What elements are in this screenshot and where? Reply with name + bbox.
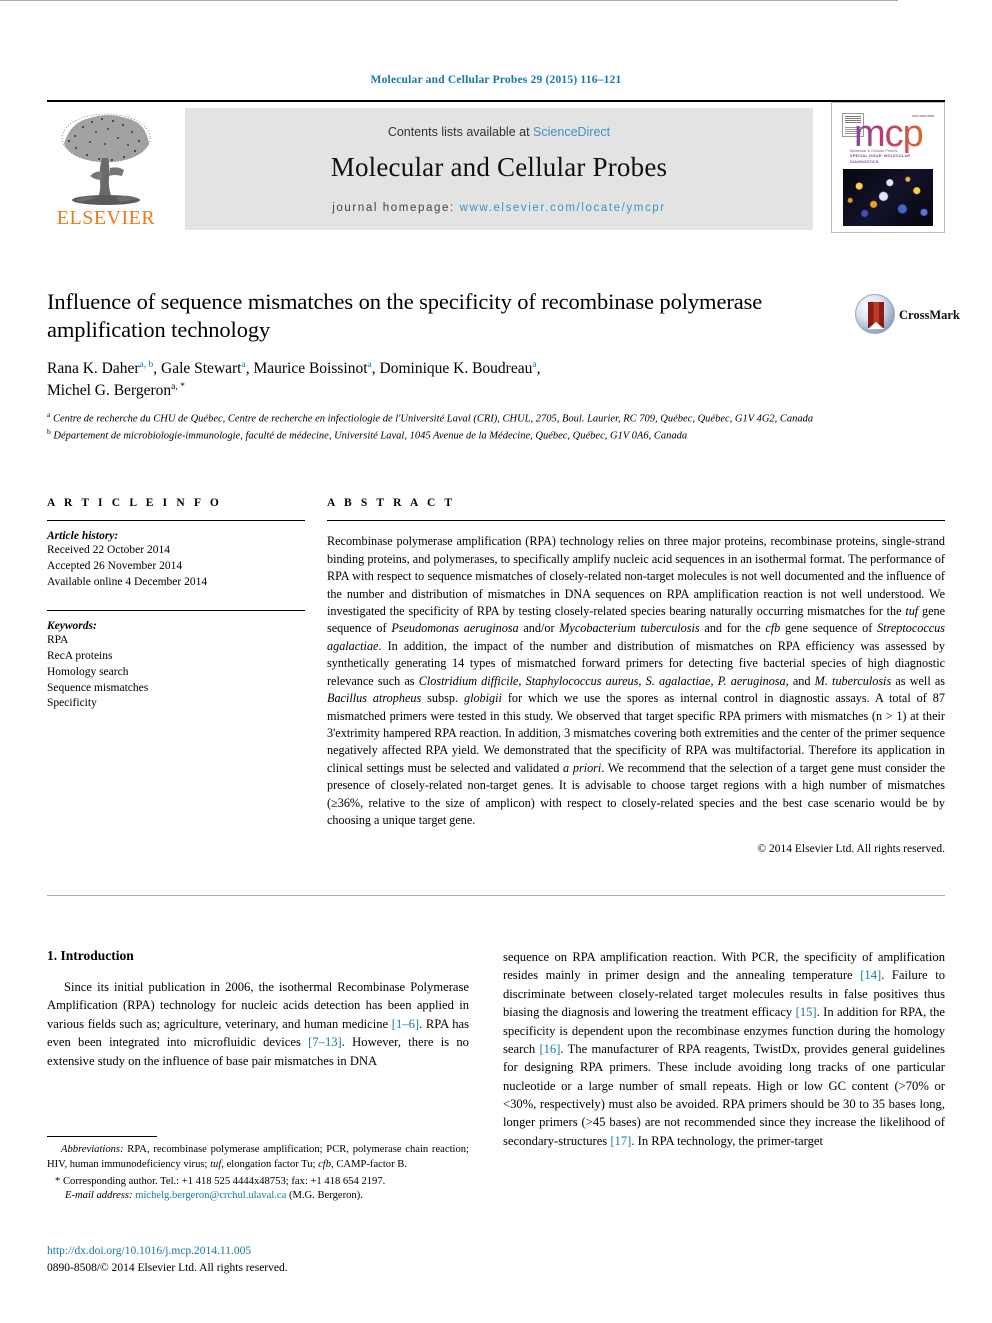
abstract-copyright: © 2014 Elsevier Ltd. All rights reserved…	[757, 842, 945, 855]
article-info-divider	[47, 520, 305, 521]
email-suffix: (M.G. Bergeron).	[288, 1190, 363, 1202]
author-list: Rana K. Dahera, b, Gale Stewarta, Mauric…	[47, 358, 847, 402]
author-5-affil-marker: a, *	[171, 381, 185, 392]
paper-page: Molecular and Cellular Probes 29 (2015) …	[0, 0, 992, 1323]
article-history-label: Article history:	[47, 530, 119, 542]
affiliation-b-text: Département de microbiologie-immunologie…	[53, 430, 688, 442]
author-2[interactable]: , Gale Stewart	[153, 360, 241, 377]
citation-ref[interactable]: [17]	[610, 1134, 631, 1148]
doi-link[interactable]: http://dx.doi.org/10.1016/j.mcp.2014.11.…	[47, 1243, 497, 1260]
intro-paragraph-continued: sequence on RPA amplification reaction. …	[503, 950, 946, 1148]
abstract-divider	[327, 520, 945, 521]
cover-subtitle-line1: Molecular & Cellular Probes	[850, 149, 898, 153]
author-5[interactable]: Michel G. Bergeron	[47, 382, 171, 399]
abstract-bottom-rule	[47, 895, 945, 896]
journal-cover-thumbnail: ISSN 0890-8508 mcp Molecular & Cellular …	[831, 102, 945, 233]
homepage-prefix: journal homepage:	[332, 202, 455, 214]
affiliation-a-text: Centre de recherche du CHU de Québec, Ce…	[52, 413, 814, 425]
abstract-column: A B S T R A C T Recombinase polymerase a…	[327, 497, 945, 855]
email-address-label: E-mail address:	[65, 1190, 133, 1202]
keywords-divider	[47, 610, 305, 612]
cover-inner: ISSN 0890-8508 mcp Molecular & Cellular …	[836, 107, 940, 228]
citation-ref[interactable]: [7–13]	[308, 1035, 342, 1049]
contents-prefix: Contents lists available at	[387, 125, 530, 139]
article-info-heading: A R T I C L E I N F O	[47, 497, 222, 509]
crossmark-circle-icon	[855, 294, 895, 334]
cover-subtitle-line2: SPECIAL ISSUE: MOLECULAR DIAGNOSTICS	[850, 154, 911, 164]
footnote-email: E-mail address: michelg.bergeron@crchul.…	[47, 1189, 469, 1204]
article-available-online: Available online 4 December 2014	[47, 575, 208, 588]
info-section-top-rule	[0, 0, 898, 1]
author-line-sep: ,	[536, 359, 541, 377]
issn-copyright-line: 0890-8508/© 2014 Elsevier Ltd. All right…	[47, 1262, 288, 1275]
keyword-item: Homology search	[47, 665, 129, 678]
section-heading-introduction: 1. Introduction	[47, 948, 134, 963]
banner-top-rule	[47, 100, 945, 102]
author-3[interactable]: , Maurice Boissinot	[246, 360, 368, 377]
affiliation-b: b Département de microbiologie-immunolog…	[47, 427, 877, 444]
abstract-heading: A B S T R A C T	[327, 497, 456, 509]
contents-lists-line: Contents lists available at ScienceDirec…	[185, 125, 813, 139]
footnote-separator-rule	[47, 1136, 157, 1137]
footnotes-block: Abbreviations: RPA, recombinase polymera…	[47, 1143, 469, 1204]
footnote-corresponding-author: * Corresponding author. Tel.: +1 418 525…	[47, 1175, 469, 1190]
homepage-url-link[interactable]: www.elsevier.com/locate/ymcpr	[460, 202, 666, 214]
body-column-left: 1. Introduction Since its initial public…	[47, 948, 469, 1070]
running-head: Molecular and Cellular Probes 29 (2015) …	[370, 74, 622, 86]
footnote-abbreviations: Abbreviations: RPA, recombinase polymera…	[47, 1144, 469, 1170]
email-link[interactable]: michelg.bergeron@crchul.ulaval.ca	[135, 1190, 286, 1201]
citation-ref[interactable]: [14]	[860, 968, 881, 982]
elsevier-logo: ELSEVIER	[50, 110, 162, 230]
corresponding-author-marker: *	[55, 1175, 61, 1187]
affiliations: a Centre de recherche du CHU de Québec, …	[47, 410, 877, 443]
article-accepted: Accepted 26 November 2014	[47, 559, 183, 572]
affiliation-a-marker: a	[47, 410, 51, 419]
citation-ref[interactable]: [16]	[539, 1042, 560, 1056]
bottom-block: http://dx.doi.org/10.1016/j.mcp.2014.11.…	[47, 1243, 497, 1278]
journal-title: Molecular and Cellular Probes	[330, 152, 668, 182]
keywords-label: Keywords:	[47, 620, 97, 633]
cover-artwork-dna-image	[843, 169, 933, 226]
sciencedirect-link[interactable]: ScienceDirect	[533, 125, 610, 139]
affiliation-b-marker: b	[47, 426, 51, 436]
title-block: Influence of sequence mismatches on the …	[47, 288, 847, 402]
elsevier-tree-icon	[61, 113, 151, 205]
keyword-item: Sequence mismatches	[47, 681, 149, 694]
corresponding-author-text: Corresponding author. Tel.: +1 418 525 4…	[62, 1175, 386, 1187]
keyword-item: RecA proteins	[47, 650, 113, 662]
crossmark-book-icon	[868, 302, 884, 329]
author-1-affil-marker: a, b	[139, 359, 154, 370]
cover-subtitle: Molecular & Cellular Probes SPECIAL ISSU…	[850, 149, 934, 165]
cover-mcp-logo: mcp	[854, 113, 924, 155]
crossmark-label: CrossMark	[899, 308, 960, 322]
crossmark-badge[interactable]: CrossMark	[855, 294, 960, 338]
elsevier-wordmark: ELSEVIER	[56, 207, 156, 229]
citation-ref[interactable]: [15]	[796, 1005, 817, 1019]
abstract-text: Recombinase polymerase amplification (RP…	[327, 534, 946, 828]
abbreviations-label: Abbreviations:	[61, 1144, 124, 1155]
page-title: Influence of sequence mismatches on the …	[47, 289, 763, 342]
keyword-item: Specificity	[47, 697, 97, 710]
banner-grey-panel: Contents lists available at ScienceDirec…	[185, 108, 813, 230]
author-4[interactable]: , Dominique K. Boudreau	[372, 360, 533, 377]
body-column-right: sequence on RPA amplification reaction. …	[503, 948, 945, 1150]
article-info-column: A R T I C L E I N F O Article history: R…	[47, 497, 305, 712]
author-1[interactable]: Rana K. Daher	[47, 360, 140, 377]
keyword-item: RPA	[47, 634, 69, 647]
article-received: Received 22 October 2014	[47, 544, 170, 556]
journal-banner: ELSEVIER Contents lists available at Sci…	[47, 100, 945, 235]
citation-ref[interactable]: [1–6]	[392, 1017, 419, 1031]
journal-homepage-line: journal homepage: www.elsevier.com/locat…	[185, 202, 813, 214]
affiliation-a: a Centre de recherche du CHU de Québec, …	[47, 410, 877, 427]
intro-paragraph-1: Since its initial publication in 2006, t…	[47, 980, 469, 1068]
